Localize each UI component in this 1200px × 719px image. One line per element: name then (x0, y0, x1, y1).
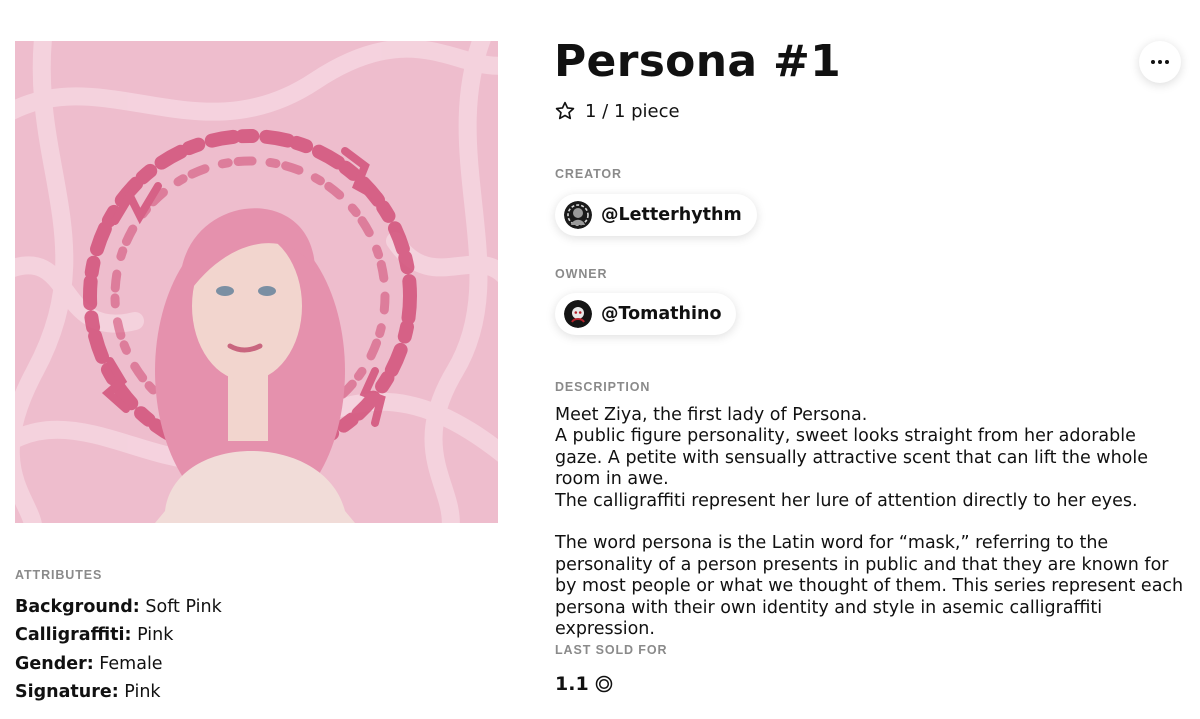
attribute-background: Background: Soft Pink (15, 593, 222, 621)
attribute-value: Pink (124, 681, 161, 702)
description-paragraph: Meet Ziya, the first lady of Persona. A … (555, 405, 1149, 511)
creator-label: CREATOR (555, 167, 622, 181)
creator-avatar (564, 201, 592, 229)
creator-handle: @Letterhythm (601, 205, 742, 225)
tezos-currency-icon (595, 675, 612, 693)
attribute-value: Female (99, 653, 163, 674)
attributes-label: ATTRIBUTES (15, 568, 103, 582)
edition-count: 1 / 1 piece (585, 100, 680, 122)
owner-chip[interactable]: @Tomathino (555, 293, 737, 335)
last-sold-label: LAST SOLD FOR (555, 643, 668, 657)
attribute-key: Signature: (15, 681, 119, 702)
last-sold-price: 1.1 (555, 673, 613, 695)
page-title: Persona #1 (554, 36, 842, 87)
owner-handle: @Tomathino (601, 304, 722, 324)
owner-label: OWNER (555, 267, 608, 281)
attribute-signature: Signature: Pink (15, 678, 222, 706)
description-text: Meet Ziya, the first lady of Persona. A … (555, 405, 1185, 662)
star-outline-icon[interactable] (554, 100, 576, 122)
attribute-value: Soft Pink (145, 597, 222, 617)
creator-chip[interactable]: @Letterhythm (555, 194, 757, 236)
attribute-key: Calligraffiti: (15, 625, 132, 646)
attributes-list: Background: Soft Pink Calligraffiti: Pin… (15, 593, 222, 706)
attribute-calligraffiti: Calligraffiti: Pink (15, 621, 222, 649)
description-label: DESCRIPTION (555, 380, 651, 394)
price-amount: 1.1 (555, 673, 589, 695)
attribute-value: Pink (137, 625, 174, 646)
more-horizontal-icon (1151, 60, 1155, 64)
more-options-button[interactable] (1139, 41, 1181, 83)
edition-info: 1 / 1 piece (554, 100, 680, 122)
owner-avatar (564, 300, 592, 328)
artwork-image[interactable] (15, 41, 498, 523)
attribute-key: Gender: (15, 653, 94, 674)
attribute-gender: Gender: Female (15, 650, 222, 678)
attribute-key: Background: (15, 597, 140, 617)
description-paragraph: The word persona is the Latin word for “… (555, 533, 1184, 640)
